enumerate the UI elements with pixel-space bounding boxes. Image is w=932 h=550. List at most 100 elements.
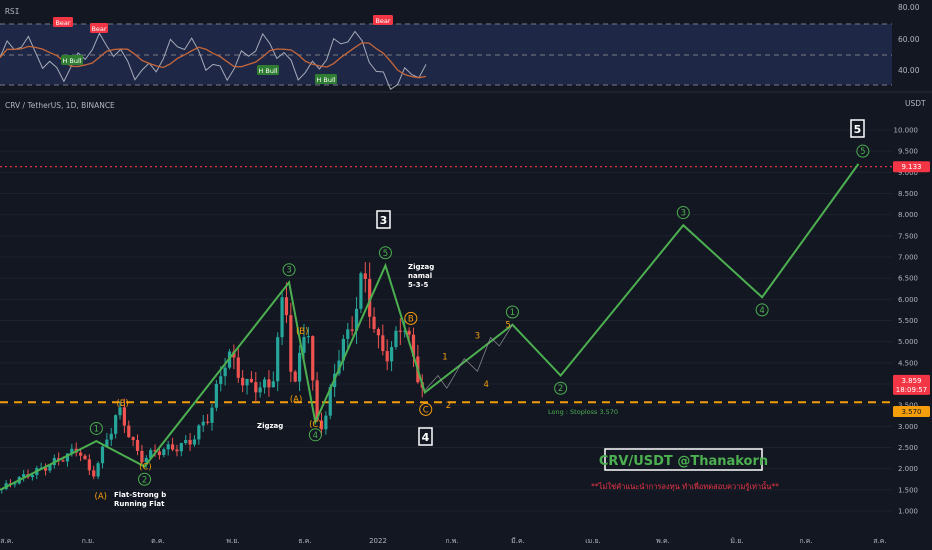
price-tick-label: 3.000 <box>898 423 918 431</box>
stoploss-price-value: 3.570 <box>901 408 921 416</box>
candle-body <box>30 474 35 478</box>
wave-label: (B) <box>116 399 128 409</box>
wave-label: (A) <box>95 492 107 502</box>
rsi-level-label: 60.00 <box>898 35 920 44</box>
candle-body <box>83 455 87 460</box>
wave-box-label: 5 <box>854 123 862 136</box>
wave-box-3: 3 <box>376 210 391 229</box>
candle-body <box>188 439 192 445</box>
price-tick-label: 2.000 <box>898 465 918 473</box>
wave-label-text: 4 <box>313 431 318 441</box>
wave-label: (C) <box>139 463 152 473</box>
zigzag-normal-note: 5-3-5 <box>408 281 429 289</box>
candle-body <box>245 378 249 386</box>
candle-body <box>394 330 398 348</box>
wave-label-text: 4 <box>483 380 488 390</box>
rsi-tag-label: H Bull <box>316 76 335 84</box>
rsi-tag-label: H Bull <box>258 67 277 75</box>
wave-label-text: 5 <box>383 249 388 259</box>
wave-label: 3 <box>475 331 480 341</box>
watermark-box: CRV/USDT @Thanakorn <box>599 448 768 471</box>
candle-body <box>170 444 175 450</box>
wave-label: 1 <box>442 352 447 362</box>
rsi-tag-bear: Bear <box>53 17 73 27</box>
chart-canvas: RSI 80.00 60.00 40.00 Bear Bear Bear H B… <box>0 0 932 550</box>
wave-label-text: (C) <box>309 420 322 430</box>
wave-label: 2 <box>446 401 451 411</box>
disclaimer-text: **ไม่ใช่คำแนะนำการลงทุน ทำเพื่อทดสอบความ… <box>591 481 779 491</box>
time-tick-label: มี.ค. <box>511 537 525 545</box>
wave-label-text: 3 <box>475 331 480 341</box>
wave-box-5: 5 <box>850 119 865 138</box>
wave-label-text: B <box>408 314 414 324</box>
wave-label-text: 3 <box>286 266 291 276</box>
wave-label: (A) <box>290 395 302 405</box>
candle-body <box>297 352 302 382</box>
candle-body <box>61 460 65 462</box>
wave-label-text: 2 <box>142 475 147 485</box>
candle-body <box>114 415 118 434</box>
wave-label-text: (C) <box>139 463 152 473</box>
time-tick-label: 2022 <box>369 537 387 545</box>
candle-body <box>192 439 197 445</box>
wave-label: 4 <box>483 380 488 390</box>
rsi-tag-label: Bear <box>91 25 106 33</box>
candle-body <box>223 367 227 377</box>
price-tick-label: 9.500 <box>898 148 918 156</box>
price-tick-label: 5.500 <box>898 317 918 325</box>
candle-body <box>127 425 131 438</box>
price-tick-label: 2.500 <box>898 444 918 452</box>
target-price-value: 9.133 <box>901 163 921 171</box>
wave-label-text: 1 <box>510 308 515 318</box>
time-tick-label: ก.ย. <box>82 537 95 545</box>
candle-body <box>157 451 162 456</box>
price-tick-label: 1.500 <box>898 486 918 494</box>
candle-body <box>381 335 385 352</box>
price-tick-label: 7.500 <box>898 232 918 240</box>
rsi-level-label: 80.00 <box>898 3 920 12</box>
candle-body <box>78 452 83 456</box>
target-price-badge: 9.133 <box>893 161 930 173</box>
rsi-tag-bear: Bear <box>90 23 108 33</box>
candle-body <box>385 351 389 362</box>
candle-body <box>197 425 201 440</box>
price-tick-label: 1.000 <box>898 508 918 516</box>
candle-body <box>96 463 100 477</box>
current-price-value: 3.859 <box>901 377 921 385</box>
price-tick-label: 8.000 <box>898 211 918 219</box>
time-tick-label: มิ.ย. <box>730 537 743 545</box>
wave-label: (B) <box>296 327 308 337</box>
candle-body <box>389 347 394 362</box>
candle-body <box>407 330 411 335</box>
time-tick-label: ก.ค. <box>799 537 812 545</box>
price-tick-label: 7.000 <box>898 254 918 262</box>
price-tick-label: 5.000 <box>898 338 918 346</box>
time-tick-label: ส.ค. <box>0 537 13 545</box>
candle-body <box>135 439 140 451</box>
candle-body <box>87 459 91 471</box>
symbol-header: CRV / TetherUS, 1D, BINANCE <box>5 101 115 110</box>
rsi-tag-label: Bear <box>55 19 70 27</box>
candle-body <box>122 407 126 426</box>
candle-body <box>162 449 166 456</box>
zigzag-note: Zigzag <box>257 422 283 430</box>
candle-body <box>140 450 144 463</box>
wave-label-text: (A) <box>290 395 302 405</box>
time-tick-label: ต.ค. <box>151 537 165 545</box>
rsi-level-label: 40.00 <box>898 66 920 75</box>
candle-body <box>262 379 267 388</box>
candle-body <box>363 273 367 279</box>
price-tick-label: 6.500 <box>898 275 918 283</box>
wave-label-text: 5 <box>505 321 510 331</box>
candle-body <box>267 379 271 388</box>
wave-label-text: 2 <box>558 384 563 394</box>
wave-label-text: 1 <box>442 352 447 362</box>
candle-body <box>324 415 328 430</box>
wave-label: 5 <box>505 321 510 331</box>
time-tick-label: ธ.ค. <box>298 537 311 545</box>
flat-note: Running Flat <box>114 500 165 508</box>
candle-body <box>289 315 293 372</box>
price-tick-label: 6.000 <box>898 296 918 304</box>
candle-body <box>359 273 363 309</box>
candle-body <box>109 433 113 440</box>
